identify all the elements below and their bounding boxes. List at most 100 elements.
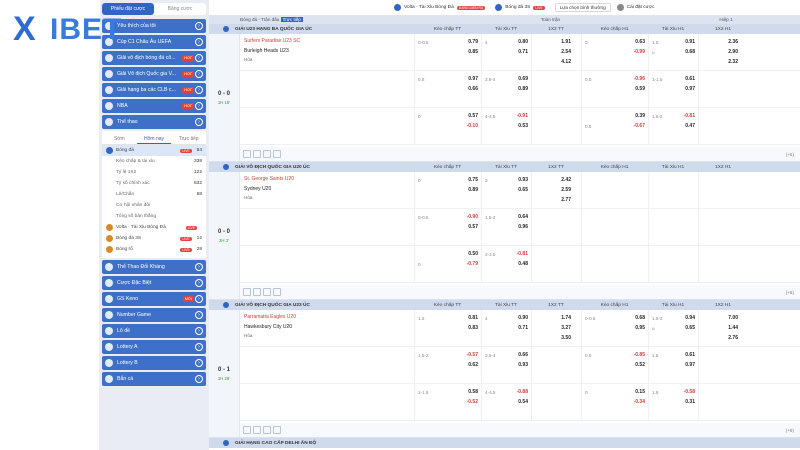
- odds-line[interactable]: 2-2.5 -0.81: [485, 249, 528, 259]
- odds-line[interactable]: 4-4.5 -0.88: [485, 387, 528, 397]
- odds-line[interactable]: 1.5 0.81: [418, 313, 478, 323]
- odds-value[interactable]: 2.59: [535, 185, 571, 195]
- odds-line[interactable]: 0 0.75: [418, 175, 478, 185]
- odds-line[interactable]: u 0.65: [652, 323, 695, 333]
- odds-line[interactable]: 0.66: [418, 84, 478, 94]
- odds-line[interactable]: -0.34: [585, 397, 645, 407]
- odds-line[interactable]: 0.89: [418, 185, 478, 195]
- odds-line[interactable]: 0.83: [418, 323, 478, 333]
- bet-settings-button[interactable]: Cài đặt cược: [616, 4, 654, 11]
- odds-value[interactable]: 2.90: [702, 47, 738, 57]
- sidebar-item[interactable]: Thể thao ›: [102, 115, 206, 129]
- odds-line[interactable]: 0.57: [418, 222, 478, 232]
- odds-line[interactable]: 4 0.80: [485, 37, 528, 47]
- sidebar-item[interactable]: Lottery B ›: [102, 356, 206, 370]
- odds-line[interactable]: 0.71: [485, 47, 528, 57]
- odds-line[interactable]: 0.62: [418, 360, 478, 370]
- sidebar-item[interactable]: Giải Vô địch Quốc gia V... HOT ›: [102, 67, 206, 81]
- odds-line[interactable]: 0.31: [652, 397, 695, 407]
- odds-line[interactable]: 3.5-4 0.66: [485, 350, 528, 360]
- odds-line[interactable]: 1.5 0.91: [652, 37, 695, 47]
- odds-line[interactable]: 4-4.5 -0.91: [485, 111, 528, 121]
- star-icon[interactable]: [243, 426, 251, 434]
- more-markets-link[interactable]: (+5): [786, 290, 794, 295]
- chart-icon[interactable]: [273, 288, 281, 296]
- odds-line[interactable]: 0.93: [485, 360, 528, 370]
- odds-line[interactable]: 0.52: [585, 360, 645, 370]
- tab-today[interactable]: Hôm nay: [136, 133, 172, 144]
- tv-icon[interactable]: [263, 150, 271, 158]
- sport-row[interactable]: Lẻ/Chẵn 68: [102, 189, 206, 200]
- odds-line[interactable]: 0-0.5 -0.90: [418, 212, 478, 222]
- sport-row[interactable]: Tỷ lệ 1X2 122: [102, 167, 206, 178]
- odds-line[interactable]: 1.5-2 -0.57: [418, 350, 478, 360]
- tab-early[interactable]: Sớm: [102, 133, 137, 144]
- sport-row[interactable]: Cơ hội nhân đôi: [102, 200, 206, 211]
- home-team[interactable]: Surfers Paradise U23 SC: [244, 38, 410, 48]
- odds-line[interactable]: 0.50: [418, 249, 478, 259]
- away-team[interactable]: Sydney U20: [244, 186, 410, 195]
- odds-value[interactable]: 2.77: [535, 195, 571, 205]
- odds-line[interactable]: 0.96: [485, 222, 528, 232]
- sport-row[interactable]: Kèo chấp & tài xỉu 338: [102, 156, 206, 167]
- odds-value[interactable]: 7.00: [702, 313, 738, 323]
- odds-value[interactable]: 1.74: [535, 313, 571, 323]
- odds-line[interactable]: 0-0.5 0.68: [585, 313, 645, 323]
- odds-value[interactable]: 1.91: [535, 37, 571, 47]
- tab-bet-list[interactable]: Bảng cược: [154, 3, 206, 15]
- home-team[interactable]: St. George Saints U20: [244, 176, 410, 186]
- odds-line[interactable]: 0.5 -0.67: [585, 121, 645, 131]
- odds-line[interactable]: 3 0.93: [485, 175, 528, 185]
- sport-row[interactable]: Tổng số bàn thắng: [102, 211, 206, 222]
- stats-icon[interactable]: [253, 150, 261, 158]
- odds-value[interactable]: 2.76: [702, 333, 738, 343]
- odds-line[interactable]: 1.5-2 0.94: [652, 313, 695, 323]
- sport-row[interactable]: Bóng đá 3S LIVE 12: [102, 233, 206, 244]
- odds-line[interactable]: 1.5-2 0.64: [485, 212, 528, 222]
- odds-line[interactable]: 1-1.5 0.61: [652, 74, 695, 84]
- sport-row[interactable]: Volta · Tài Xỉu Bóng Đá LIVE: [102, 222, 206, 233]
- more-markets-link[interactable]: (+5): [786, 152, 794, 157]
- sidebar-item[interactable]: Cược Đặc Biệt ›: [102, 276, 206, 290]
- odds-line[interactable]: 1.5 -0.58: [652, 387, 695, 397]
- odds-line[interactable]: 0 0.57: [418, 111, 478, 121]
- odds-value[interactable]: 2.36: [702, 37, 738, 47]
- more-markets-link[interactable]: (+5): [786, 428, 794, 433]
- tv-icon[interactable]: [263, 426, 271, 434]
- star-icon[interactable]: [243, 150, 251, 158]
- odds-value[interactable]: 2.54: [535, 47, 571, 57]
- odds-line[interactable]: -0.52: [418, 397, 478, 407]
- sport-row[interactable]: Bóng đá LIVE 64: [102, 145, 206, 156]
- odds-line[interactable]: 0 0.15: [585, 387, 645, 397]
- odds-value[interactable]: 3.27: [535, 323, 571, 333]
- away-team[interactable]: Burleigh Heads U23: [244, 48, 410, 57]
- sort-select[interactable]: Lựa chọn bình thường: [554, 3, 611, 12]
- odds-value[interactable]: 1.44: [702, 323, 738, 333]
- odds-line[interactable]: 0.39: [585, 111, 645, 121]
- odds-line[interactable]: 1-1.5 0.58: [418, 387, 478, 397]
- odds-line[interactable]: 3.5-4 0.69: [485, 74, 528, 84]
- sport-row[interactable]: Bóng rổ LIVE 28: [102, 244, 206, 255]
- sidebar-item[interactable]: Thể Thao Đối Kháng ›: [102, 260, 206, 274]
- odds-line[interactable]: 0.5 -0.96: [585, 74, 645, 84]
- sidebar-item[interactable]: Lottery A ›: [102, 340, 206, 354]
- sidebar-item[interactable]: Bắn cá ›: [102, 372, 206, 386]
- odds-value[interactable]: 4.12: [535, 57, 571, 67]
- chart-icon[interactable]: [273, 426, 281, 434]
- odds-line[interactable]: 1.5-2 -0.81: [652, 111, 695, 121]
- sport-row[interactable]: Tỷ số chính xác 832: [102, 178, 206, 189]
- odds-line[interactable]: 4 0.90: [485, 313, 528, 323]
- odds-line[interactable]: -0.10: [418, 121, 478, 131]
- odds-line[interactable]: 0.97: [652, 360, 695, 370]
- stats-icon[interactable]: [253, 426, 261, 434]
- tv-icon[interactable]: [263, 288, 271, 296]
- odds-line[interactable]: 1.5 0.61: [652, 350, 695, 360]
- odds-line[interactable]: -0.99: [585, 47, 645, 57]
- stats-icon[interactable]: [253, 288, 261, 296]
- odds-line[interactable]: 0.59: [585, 84, 645, 94]
- odds-line[interactable]: 0.95: [585, 323, 645, 333]
- football-3s-link[interactable]: Bóng đá 3S LIVE: [495, 4, 545, 11]
- odds-line[interactable]: 0 0.63: [585, 37, 645, 47]
- sidebar-item[interactable]: GS Keno MỚI ›: [102, 292, 206, 306]
- odds-line[interactable]: 0.65: [485, 185, 528, 195]
